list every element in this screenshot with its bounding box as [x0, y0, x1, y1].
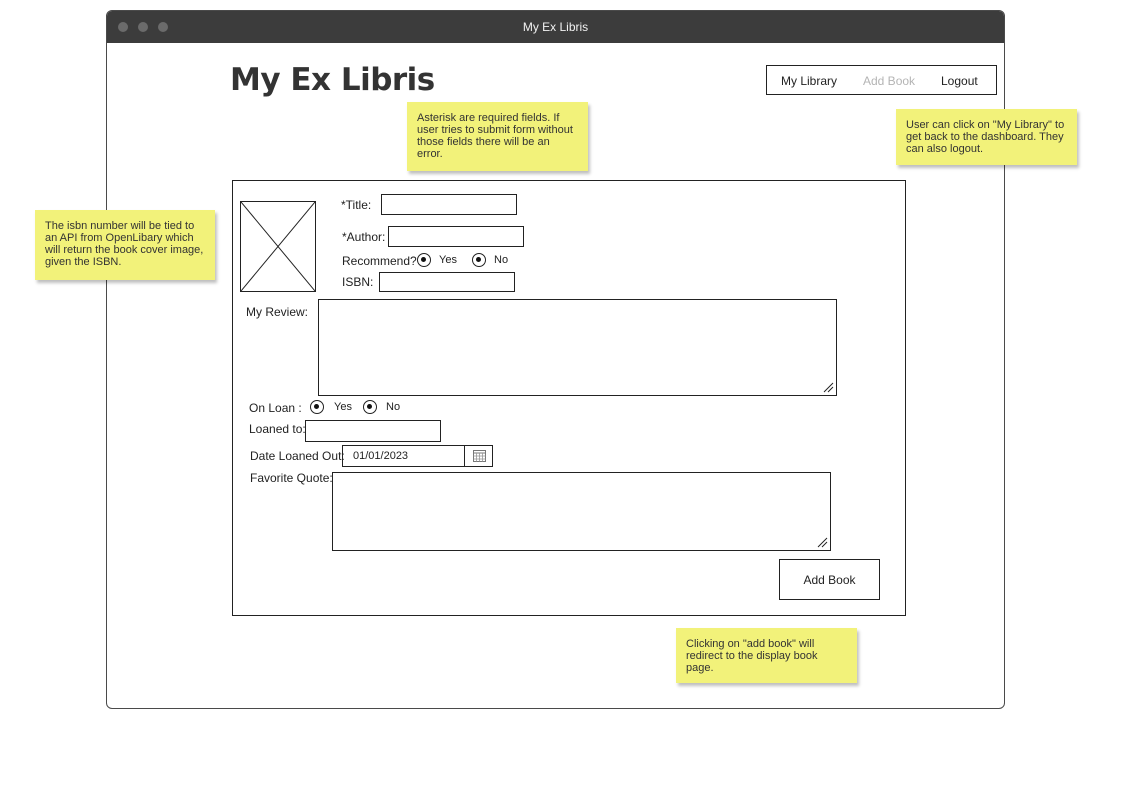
title-label: *Title: [341, 198, 372, 212]
recommend-yes-label: Yes [439, 254, 457, 266]
title-input[interactable] [381, 194, 517, 215]
quote-label: Favorite Quote: [250, 471, 333, 485]
note-required-fields: Asterisk are required fields. If user tr… [407, 102, 588, 171]
loaned-to-input[interactable] [305, 420, 441, 442]
title-bar: My Ex Libris [107, 11, 1004, 43]
date-loaned-label: Date Loaned Out: [250, 449, 345, 463]
quote-textarea[interactable] [332, 472, 831, 551]
loaned-to-label: Loaned to: [249, 422, 306, 436]
add-book-button[interactable]: Add Book [779, 559, 880, 600]
author-input[interactable] [388, 226, 524, 247]
on-loan-label: On Loan : [249, 401, 302, 415]
nav-add-book-link: Add Book [863, 74, 916, 88]
recommend-yes-radio[interactable] [417, 253, 431, 267]
resize-grip-icon[interactable] [822, 381, 834, 393]
note-isbn-help: The isbn number will be tied to an API f… [35, 210, 215, 280]
recommend-no-radio[interactable] [472, 253, 486, 267]
author-label: *Author: [342, 230, 386, 244]
on-loan-no-label: No [386, 401, 401, 413]
note-add-book-help: Clicking on "add book" will redirect to … [676, 628, 857, 683]
image-placeholder-icon [240, 201, 316, 292]
review-label: My Review: [246, 305, 309, 319]
recommend-label: Recommend? [342, 254, 417, 268]
resize-grip-icon[interactable] [816, 536, 828, 548]
recommend-no-label: No [494, 254, 509, 266]
nav-logout-link[interactable]: Logout [941, 74, 978, 88]
calendar-button[interactable] [464, 446, 493, 466]
date-loaned-picker[interactable]: 01/01/2023 [342, 445, 493, 467]
calendar-icon [473, 450, 486, 462]
nav-my-library-link[interactable]: My Library [781, 74, 837, 88]
review-textarea[interactable] [318, 299, 837, 396]
on-loan-yes-radio[interactable] [310, 400, 324, 414]
isbn-label: ISBN: [342, 275, 374, 289]
app-title: My Ex Libris [230, 62, 435, 98]
top-nav: My Library Add Book Logout [766, 65, 997, 95]
date-loaned-value: 01/01/2023 [353, 450, 409, 462]
window-title: My Ex Libris [522, 20, 589, 34]
on-loan-no-radio[interactable] [363, 400, 377, 414]
note-nav-help: User can click on "My Library" to get ba… [896, 109, 1077, 165]
isbn-input[interactable] [379, 272, 515, 292]
on-loan-yes-label: Yes [334, 401, 352, 413]
